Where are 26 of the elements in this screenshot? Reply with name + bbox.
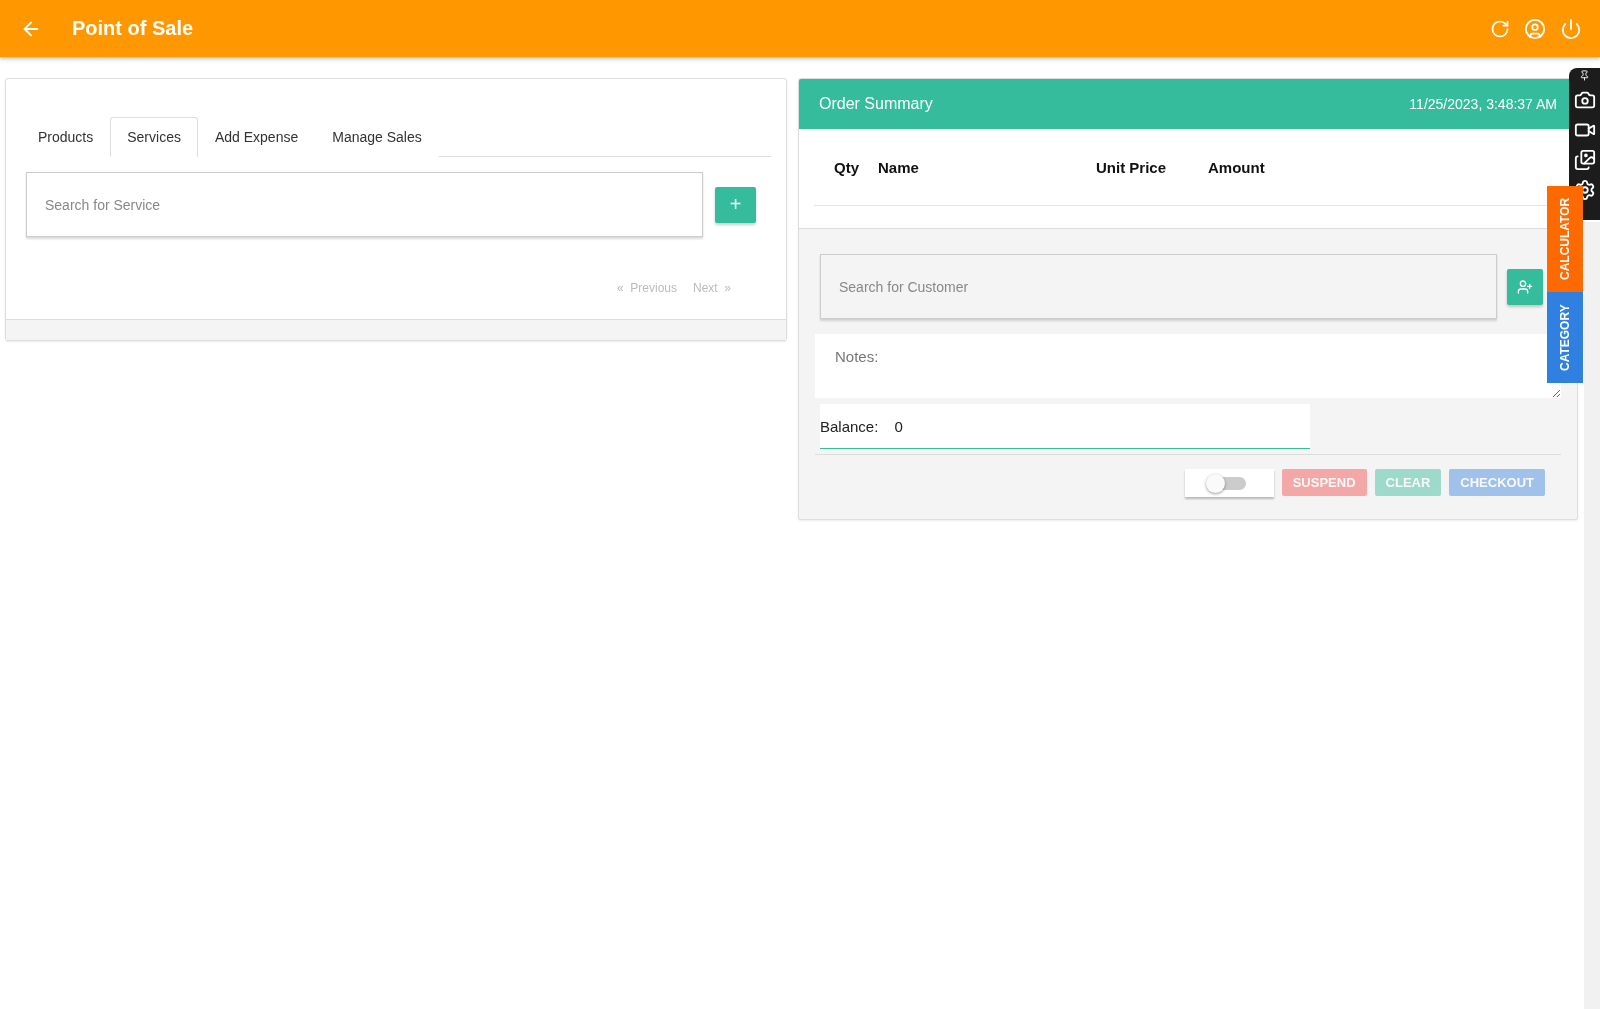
order-summary-title: Order Summary bbox=[819, 95, 933, 113]
order-datetime: 11/25/2023, 3:48:37 AM bbox=[1409, 96, 1557, 112]
balance-field[interactable]: Balance: 0 bbox=[820, 404, 1310, 449]
notes-field[interactable]: Notes: bbox=[815, 334, 1561, 398]
camera-icon[interactable] bbox=[1573, 89, 1596, 111]
add-customer-button[interactable] bbox=[1507, 268, 1543, 305]
images-icon[interactable] bbox=[1573, 149, 1596, 171]
column-header: Qty bbox=[834, 158, 860, 176]
column-header: Amount bbox=[1208, 158, 1266, 176]
add-button[interactable]: + bbox=[715, 186, 756, 223]
user-icon[interactable] bbox=[1524, 17, 1546, 40]
side-tab[interactable]: CATEGORY bbox=[1547, 292, 1583, 383]
pin-icon[interactable] bbox=[1579, 70, 1590, 81]
balance-value: 0 bbox=[894, 417, 903, 435]
tab[interactable]: Services bbox=[110, 117, 198, 157]
balance-label: Balance: bbox=[820, 417, 879, 435]
page-title: Point of Sale bbox=[72, 17, 195, 40]
service-search-field[interactable]: Search for Service bbox=[26, 172, 703, 237]
side-tab[interactable]: CALCULATOR bbox=[1547, 186, 1583, 292]
refresh-icon[interactable] bbox=[1490, 18, 1510, 39]
column-header: Name bbox=[878, 158, 920, 176]
power-icon[interactable] bbox=[1560, 17, 1582, 40]
customer-search-field[interactable]: Search for Customer bbox=[820, 254, 1497, 319]
add-user-icon bbox=[1517, 278, 1533, 295]
toggle-switch[interactable] bbox=[1184, 469, 1274, 497]
column-header: Unit Price bbox=[1096, 158, 1168, 176]
